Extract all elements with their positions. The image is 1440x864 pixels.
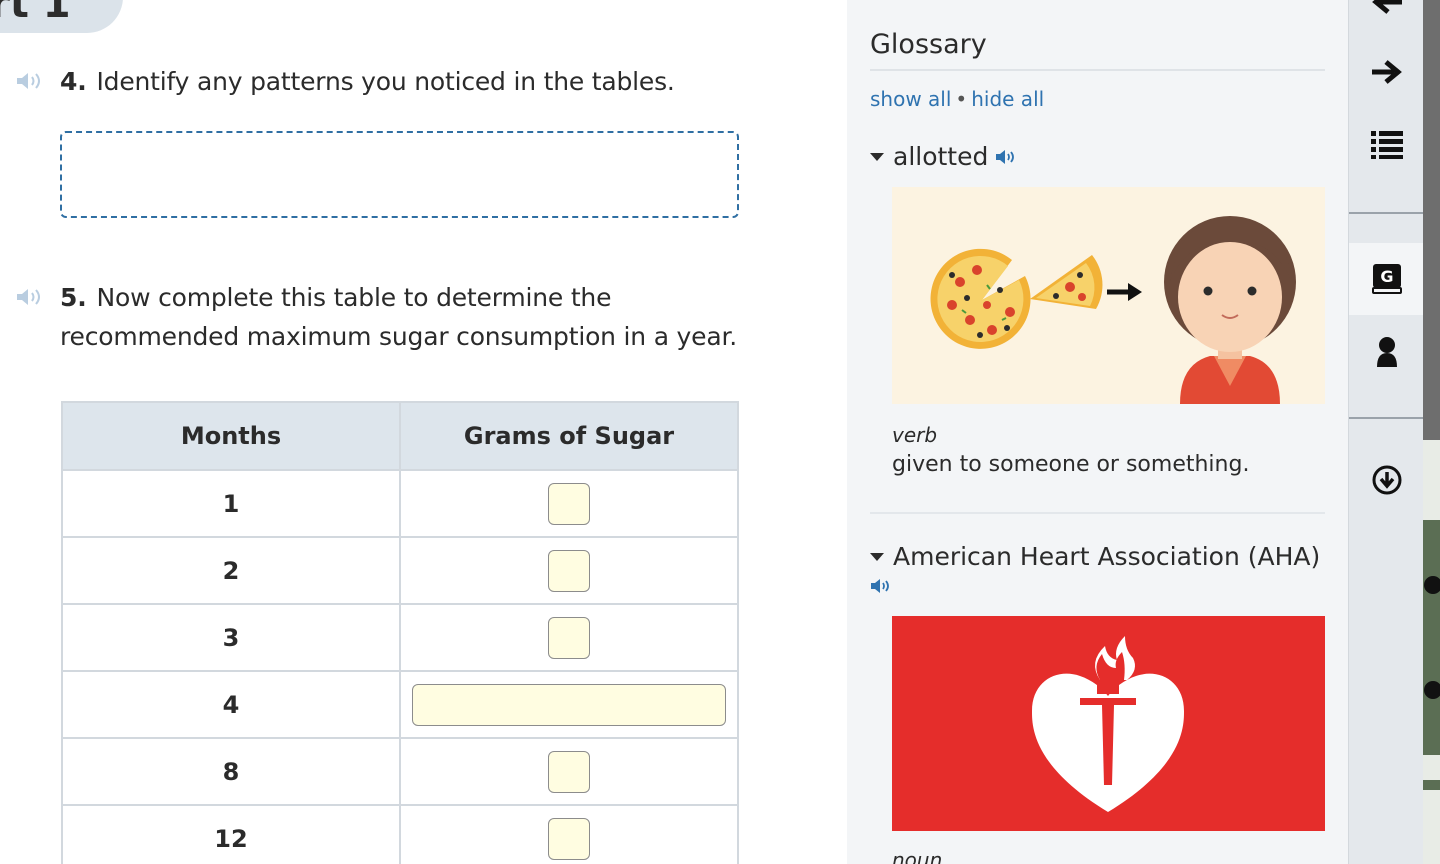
background-edge [1423, 0, 1440, 864]
link-separator: • [955, 87, 968, 111]
grams-input[interactable] [548, 616, 590, 659]
grams-input-focused[interactable] [412, 683, 726, 726]
header-months: Months [61, 401, 401, 471]
grams-cell [399, 536, 739, 605]
hide-all-link[interactable]: hide all [971, 87, 1044, 111]
months-cell: 12 [61, 804, 401, 864]
question-number: 4. [60, 67, 87, 96]
show-all-link[interactable]: show all [870, 87, 951, 111]
person-icon [1376, 337, 1397, 367]
download-button[interactable] [1349, 460, 1424, 500]
question-4: 4. Identify any patterns you noticed in t… [60, 62, 675, 101]
grams-input[interactable] [548, 817, 590, 860]
speaker-icon[interactable] [995, 149, 1017, 165]
glossary-panel: Glossary show all • hide all allotted ve… [847, 0, 1348, 864]
months-cell: 8 [61, 737, 401, 806]
forward-arrow-button[interactable] [1349, 52, 1424, 92]
tool-rail: G [1348, 0, 1424, 864]
svg-text:G: G [1380, 267, 1393, 286]
sugar-table: Months Grams of Sugar 1 2 3 4 8 12 [61, 401, 739, 864]
list-icon [1370, 131, 1403, 159]
table-row: 4 [61, 670, 739, 739]
aha-logo [892, 616, 1325, 831]
grams-cell [399, 670, 739, 739]
table-header-row: Months Grams of Sugar [61, 401, 739, 471]
grams-cell [399, 737, 739, 806]
months-cell: 4 [61, 670, 401, 739]
answer-input[interactable] [60, 131, 739, 218]
months-cell: 1 [61, 469, 401, 538]
part-tab[interactable]: rt 1 [0, 0, 123, 33]
part-tab-label: rt 1 [0, 0, 71, 27]
speaker-icon[interactable] [16, 287, 44, 307]
divider [870, 512, 1325, 514]
caret-down-icon [870, 152, 884, 161]
glossary-title: Glossary [870, 29, 987, 60]
speaker-icon[interactable] [16, 71, 44, 91]
back-arrow-button[interactable] [1349, 0, 1424, 18]
months-cell: 3 [61, 603, 401, 672]
grams-input[interactable] [548, 549, 590, 592]
list-button[interactable] [1349, 122, 1424, 166]
divider [1349, 212, 1424, 214]
table-row: 8 [61, 737, 739, 806]
part-of-speech: noun [892, 848, 943, 864]
forward-arrow-icon [1371, 60, 1402, 84]
table-row: 12 [61, 804, 739, 864]
profile-button[interactable] [1349, 330, 1424, 374]
divider [870, 69, 1325, 71]
divider [1349, 417, 1424, 419]
caret-down-icon [870, 552, 884, 561]
download-icon [1372, 465, 1401, 495]
grams-input[interactable] [548, 750, 590, 793]
question-number: 5. [60, 283, 87, 312]
table-row: 3 [61, 603, 739, 672]
months-cell: 2 [61, 536, 401, 605]
back-arrow-icon [1371, 0, 1402, 14]
grams-input[interactable] [548, 482, 590, 525]
table-row: 1 [61, 469, 739, 538]
header-grams: Grams of Sugar [399, 401, 739, 471]
glossary-term-toggle[interactable]: allotted [870, 142, 1017, 171]
question-5-line2: recommended maximum sugar consumption in… [60, 322, 737, 351]
table-row: 2 [61, 536, 739, 605]
glossary-term: American Heart Association (AHA) [893, 542, 1321, 571]
question-text: Identify any patterns you noticed in the… [96, 67, 675, 96]
question-text-line1: Now complete this table to determine the [96, 283, 612, 312]
glossary-icon: G [1371, 264, 1402, 294]
part-of-speech: verb [892, 423, 938, 447]
glossary-button[interactable]: G [1349, 243, 1424, 315]
glossary-links: show all • hide all [870, 87, 1044, 111]
activity-panel: rt 1 4. Identify any patterns you noticed… [0, 0, 847, 864]
glossary-term: allotted [893, 142, 989, 171]
grams-cell [399, 469, 739, 538]
definition: given to someone or something. [892, 452, 1250, 477]
grams-cell [399, 804, 739, 864]
grams-cell [399, 603, 739, 672]
glossary-term-toggle[interactable]: American Heart Association (AHA) [870, 542, 1320, 571]
question-5: 5. Now complete this table to determine t… [60, 278, 611, 317]
app-root: rt 1 4. Identify any patterns you noticed… [0, 0, 1440, 864]
pizza-illustration [892, 187, 1325, 404]
speaker-icon[interactable] [870, 578, 892, 594]
